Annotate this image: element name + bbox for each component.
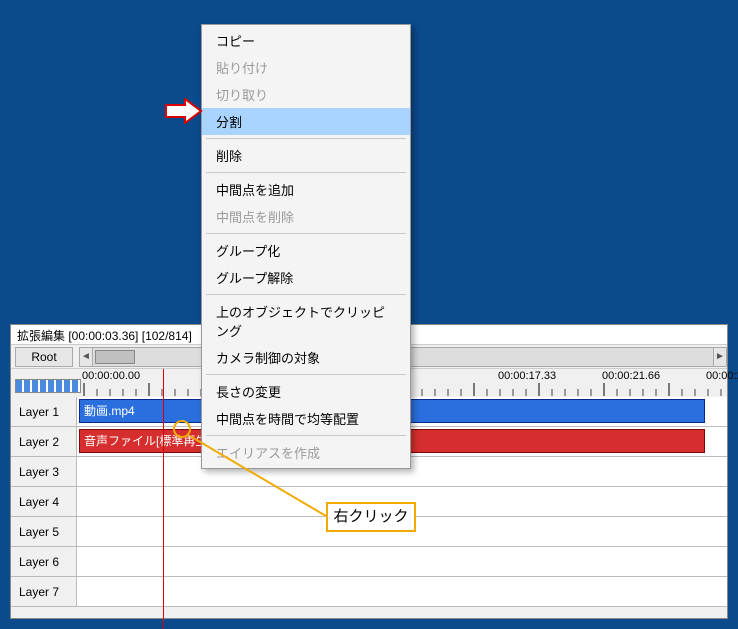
menu-separator <box>206 233 406 234</box>
menu-item[interactable]: 削除 <box>202 142 410 169</box>
menu-item[interactable]: 上のオブジェクトでクリッピング <box>202 298 410 344</box>
layer-label[interactable]: Layer 3 <box>11 457 77 486</box>
layer-label[interactable]: Layer 4 <box>11 487 77 516</box>
layer-label[interactable]: Layer 7 <box>11 577 77 606</box>
layer-label[interactable]: Layer 1 <box>11 397 77 426</box>
ruler-tick-label: 00:00:21.66 <box>602 370 660 382</box>
menu-item[interactable]: 分割 <box>202 108 410 135</box>
ruler-tick-label: 00:00:00.00 <box>82 370 140 382</box>
menu-item[interactable]: グループ解除 <box>202 264 410 291</box>
layer-row: Layer 7 <box>11 577 727 607</box>
menu-item[interactable]: グループ化 <box>202 237 410 264</box>
root-button[interactable]: Root <box>15 347 73 367</box>
menu-item[interactable]: カメラ制御の対象 <box>202 344 410 371</box>
menu-item[interactable]: 中間点を時間で均等配置 <box>202 405 410 432</box>
menu-item[interactable]: コピー <box>202 27 410 54</box>
layer-label[interactable]: Layer 6 <box>11 547 77 576</box>
hscroll-thumb[interactable] <box>95 350 135 364</box>
menu-separator <box>206 294 406 295</box>
ruler-tick-label: 00:00:17.33 <box>498 370 556 382</box>
layer-track[interactable] <box>77 547 727 576</box>
layer-label[interactable]: Layer 5 <box>11 517 77 546</box>
circle-annotation <box>173 420 191 438</box>
ruler-tick-label: 00:00:26.00 <box>706 370 738 382</box>
context-menu: コピー貼り付け切り取り分割削除中間点を追加中間点を削除グループ化グループ解除上の… <box>201 24 411 469</box>
layer-track[interactable] <box>77 577 727 606</box>
layer-row: Layer 6 <box>11 547 727 577</box>
menu-item[interactable]: 中間点を追加 <box>202 176 410 203</box>
menu-item: エイリアスを作成 <box>202 439 410 466</box>
menu-separator <box>206 435 406 436</box>
menu-item[interactable]: 長さの変更 <box>202 378 410 405</box>
hscroll-right[interactable]: ► <box>713 347 727 367</box>
right-click-callout: 右クリック <box>326 502 416 532</box>
layer-label[interactable]: Layer 2 <box>11 427 77 456</box>
arrow-annotation <box>165 98 203 124</box>
menu-separator <box>206 172 406 173</box>
playhead[interactable] <box>163 369 164 629</box>
menu-separator <box>206 374 406 375</box>
menu-separator <box>206 138 406 139</box>
hscroll-left[interactable]: ◄ <box>79 347 93 367</box>
menu-item: 切り取り <box>202 81 410 108</box>
menu-item: 中間点を削除 <box>202 203 410 230</box>
menu-item: 貼り付け <box>202 54 410 81</box>
timeline-segment-indicator <box>15 379 81 393</box>
